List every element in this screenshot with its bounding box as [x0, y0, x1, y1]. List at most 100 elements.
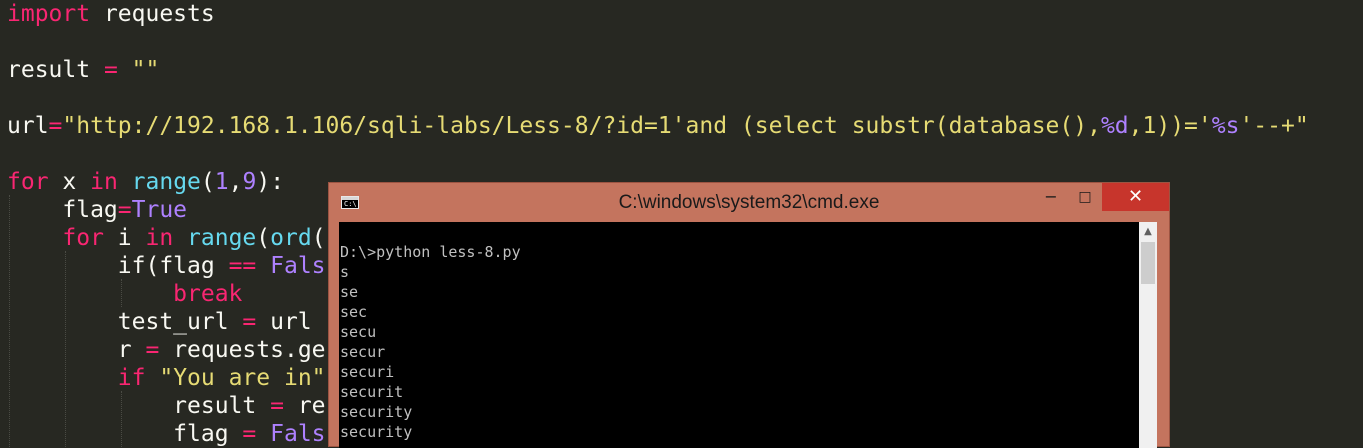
- code-token: =: [117, 197, 132, 223]
- code-token: requests.ge: [159, 337, 326, 363]
- code-line: break: [7, 280, 242, 308]
- code-token: (: [200, 169, 215, 195]
- code-line: r = requests.ge: [7, 336, 326, 364]
- code-token: %d: [1100, 113, 1129, 139]
- code-token: for: [7, 169, 49, 195]
- code-token: "": [131, 57, 160, 83]
- vertical-scrollbar[interactable]: ▲: [1139, 222, 1157, 448]
- indent-guide: [65, 251, 66, 447]
- code-token: =: [242, 421, 257, 447]
- code-token: url: [7, 113, 49, 139]
- code-token: =: [145, 337, 160, 363]
- code-line: if(flag == Fals: [7, 252, 326, 280]
- cmd-window[interactable]: C:\windows\system32\cmd.exe C:\ − □ ✕ D:…: [328, 182, 1170, 448]
- console-line: s: [340, 263, 350, 281]
- code-token: requests: [90, 1, 215, 27]
- close-button[interactable]: ✕: [1102, 183, 1169, 211]
- code-token: range: [187, 225, 257, 251]
- minimize-button[interactable]: −: [1034, 183, 1068, 211]
- code-token: range: [131, 169, 201, 195]
- code-line: result = "": [7, 56, 159, 84]
- console-area[interactable]: D:\>python less-8.py s se sec secu secur secur…: [339, 222, 1157, 448]
- console-line: se: [340, 283, 359, 301]
- code-token: if: [117, 365, 146, 391]
- code-line: url="http://192.168.1.106/sqli-labs/Less…: [7, 112, 1309, 140]
- code-token: (: [311, 225, 326, 251]
- code-line: if "You are in": [7, 364, 326, 392]
- code-token: ,: [228, 169, 243, 195]
- code-token: (: [256, 225, 271, 251]
- code-line: test_url = url: [7, 308, 326, 336]
- code-token: result: [7, 57, 104, 83]
- code-token: x: [48, 169, 91, 195]
- console-app-icon[interactable]: C:\: [341, 196, 359, 209]
- scroll-up-arrow-icon[interactable]: ▲: [1139, 222, 1157, 242]
- console-line: D:\>python less-8.py: [340, 243, 521, 261]
- code-token: "http://192.168.1.106/sqli-labs/Less-8/?…: [62, 113, 1101, 139]
- console-line: sec: [340, 303, 368, 321]
- code-token: ord: [270, 225, 312, 251]
- code-token: "You are in": [159, 365, 326, 391]
- console-line: securit: [340, 383, 404, 401]
- close-icon: ✕: [1127, 186, 1144, 207]
- code-token: ,1))=': [1128, 113, 1212, 139]
- cmd-title-bar[interactable]: C:\windows\system32\cmd.exe C:\ − □ ✕: [329, 183, 1169, 221]
- indent-guide: [121, 279, 122, 307]
- code-token: i: [103, 225, 146, 251]
- code-token: %s: [1211, 113, 1240, 139]
- maximize-icon: □: [1078, 189, 1092, 205]
- indent-guide: [121, 391, 122, 447]
- maximize-button[interactable]: □: [1068, 183, 1102, 211]
- code-token: 9: [242, 169, 257, 195]
- code-token: import: [7, 1, 91, 27]
- code-token: 1: [214, 169, 229, 195]
- code-token: flag: [7, 197, 118, 223]
- console-line: secu: [340, 323, 377, 341]
- code-token: Fals: [270, 421, 326, 447]
- code-line: for i in range(ord(: [7, 224, 326, 252]
- code-token: flag: [7, 421, 243, 447]
- code-token: =: [242, 309, 257, 335]
- code-token: test_url: [7, 309, 243, 335]
- console-line: security: [340, 423, 413, 441]
- code-token: ):: [256, 169, 285, 195]
- scrollbar-thumb[interactable]: [1141, 242, 1155, 284]
- console-line: securi: [340, 363, 395, 381]
- code-token: =: [103, 57, 118, 83]
- code-line: flag = Fals: [7, 420, 326, 448]
- console-output: D:\>python less-8.py s se sec secu secur secur…: [339, 222, 1135, 448]
- code-token: in: [145, 225, 174, 251]
- code-token: ==: [228, 253, 257, 279]
- code-line: flag=True: [7, 196, 187, 224]
- indent-guide: [9, 195, 10, 447]
- code-token: url: [256, 309, 326, 335]
- code-token: r: [7, 337, 146, 363]
- console-line: security: [340, 403, 413, 421]
- code-token: Fals: [270, 253, 326, 279]
- code-line: for x in range(1,9):: [7, 168, 284, 196]
- code-token: break: [173, 281, 243, 307]
- icon-label: C:\: [344, 200, 357, 208]
- code-token: for: [62, 225, 104, 251]
- code-token: '--+": [1239, 113, 1309, 139]
- code-token: =: [48, 113, 63, 139]
- console-line: secur: [340, 343, 386, 361]
- code-token: =: [270, 393, 284, 419]
- code-token: True: [131, 197, 188, 223]
- code-line: import requests: [7, 0, 215, 28]
- minimize-icon: −: [1044, 187, 1058, 206]
- code-line: result = re: [7, 392, 326, 420]
- code-token: result: [7, 393, 271, 419]
- code-token: if(flag: [7, 253, 229, 279]
- code-token: re: [283, 393, 326, 419]
- code-token: in: [90, 169, 118, 195]
